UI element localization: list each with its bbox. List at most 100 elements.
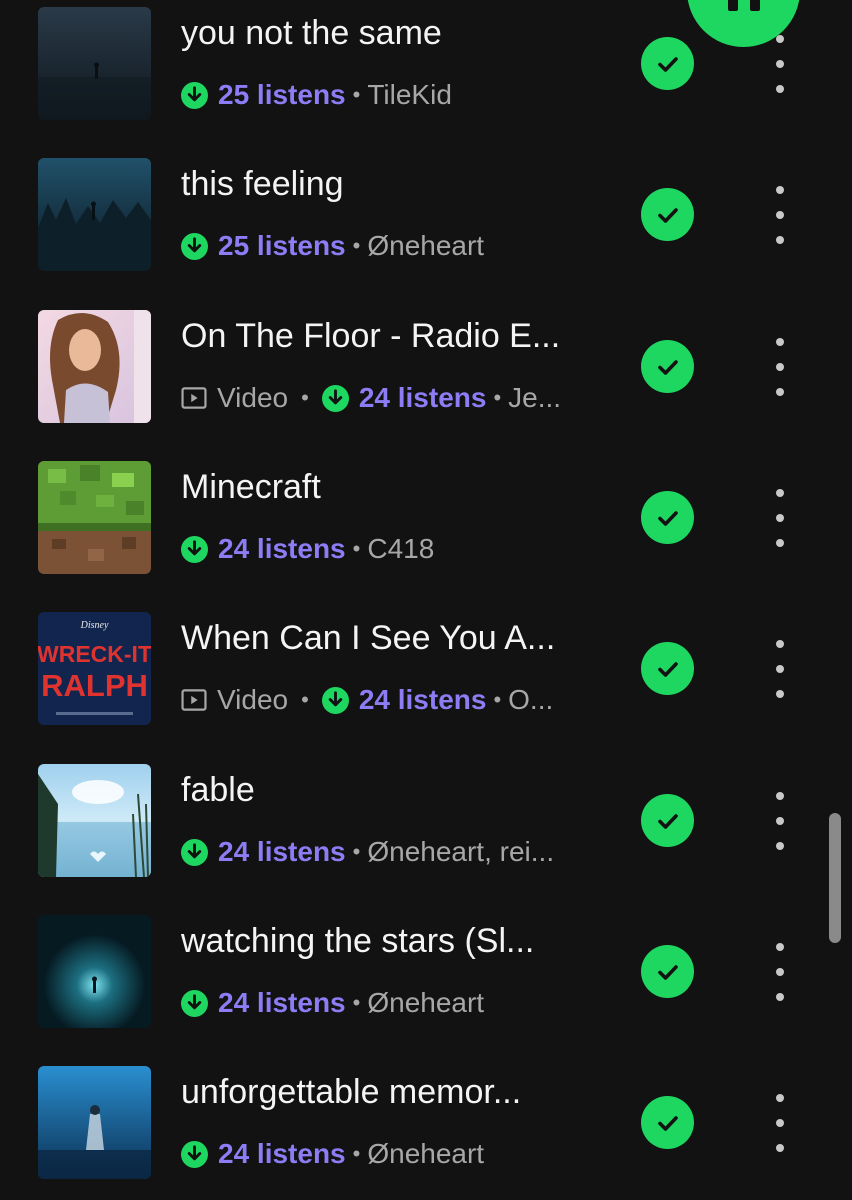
saved-check-button[interactable] (641, 642, 694, 695)
download-arrow-icon (181, 81, 208, 109)
check-icon (657, 1115, 678, 1131)
track-meta: 24 listens • Øneheart, rei... (181, 834, 601, 870)
track-title: you not the same (181, 14, 442, 52)
check-icon (657, 964, 678, 980)
more-vertical-icon (776, 338, 784, 346)
saved-check-button[interactable] (641, 491, 694, 544)
pause-icon (727, 0, 760, 11)
listen-count: 24 listens (218, 1138, 346, 1169)
track-row[interactable]: watching the stars (Sl... 24 listens • Ø… (0, 915, 852, 1035)
check-icon (657, 661, 678, 677)
listen-count: 25 listens (218, 79, 346, 110)
album-cover (38, 764, 151, 877)
listen-count: 24 listens (218, 836, 346, 867)
separator-dot: • (301, 687, 309, 712)
more-vertical-icon (776, 489, 784, 497)
track-title: On The Floor - Radio E... (181, 317, 561, 355)
listen-count: 24 listens (218, 987, 346, 1018)
more-options-button[interactable] (766, 489, 794, 547)
track-meta: Video • 24 listens • O... (181, 682, 601, 718)
more-vertical-icon (776, 1094, 784, 1102)
album-cover (38, 1066, 151, 1179)
album-cover-image (38, 310, 151, 423)
listen-count: 24 listens (358, 684, 487, 715)
download-arrow-icon (321, 384, 349, 412)
listen-count: 24 listens (218, 533, 346, 564)
saved-check-button[interactable] (641, 188, 694, 241)
artist-name: Øneheart, rei... (367, 836, 555, 867)
album-cover: Disney WRECK-IT RALPH (38, 612, 151, 725)
separator-dot: • (352, 1141, 361, 1166)
track-row[interactable]: Disney WRECK-IT RALPH When Can I See You… (0, 612, 852, 732)
separator-dot: • (352, 990, 361, 1015)
track-row[interactable]: Minecraft 24 listens • C418 (0, 461, 852, 581)
download-arrow-icon (181, 232, 208, 260)
artist-name: C418 (367, 533, 435, 564)
download-arrow-icon (181, 838, 208, 866)
cover-title-line2: RALPH (41, 668, 148, 703)
separator-dot: • (352, 839, 361, 864)
more-options-button[interactable] (766, 1094, 794, 1152)
album-cover-image (38, 461, 151, 574)
more-options-button[interactable] (766, 338, 794, 396)
track-row[interactable]: On The Floor - Radio E... Video • 24 lis… (0, 310, 852, 430)
scrollbar-thumb[interactable] (829, 813, 841, 943)
separator-dot: • (352, 536, 361, 561)
saved-check-button[interactable] (641, 794, 694, 847)
separator-dot: • (352, 82, 361, 107)
album-cover (38, 158, 151, 271)
download-arrow-icon (181, 1140, 208, 1168)
video-label: Video (217, 382, 289, 413)
cover-title-line1: WRECK-IT (38, 641, 151, 667)
cover-brand-text: Disney (80, 620, 109, 631)
track-title: this feeling (181, 165, 344, 203)
more-vertical-icon (776, 35, 784, 43)
more-options-button[interactable] (766, 640, 794, 698)
album-cover-image (38, 915, 151, 1028)
saved-check-button[interactable] (641, 945, 694, 998)
album-cover-image: Disney WRECK-IT RALPH (38, 612, 151, 725)
check-icon (657, 510, 678, 526)
track-meta: 24 listens • Øneheart (181, 1136, 601, 1172)
download-arrow-icon (181, 535, 208, 563)
saved-check-button[interactable] (641, 1096, 694, 1149)
more-options-button[interactable] (766, 35, 794, 93)
more-options-button[interactable] (766, 943, 794, 1001)
separator-dot: • (493, 687, 502, 712)
check-icon (657, 813, 678, 829)
check-icon (657, 207, 678, 223)
artist-name: Øneheart (367, 1138, 485, 1169)
track-title: fable (181, 771, 255, 809)
more-vertical-icon (776, 186, 784, 194)
album-cover-image (38, 158, 151, 271)
more-options-button[interactable] (766, 186, 794, 244)
track-title: Minecraft (181, 468, 321, 506)
track-row[interactable]: fable 24 listens • Øneheart, rei... (0, 764, 852, 884)
track-row[interactable]: this feeling 25 listens • Øneheart (0, 158, 852, 278)
album-cover-image (38, 1066, 151, 1179)
track-meta: 24 listens • Øneheart (181, 985, 601, 1021)
check-icon (657, 56, 678, 72)
track-list: you not the same 25 listens • TileKid th… (0, 0, 852, 1200)
video-play-icon (181, 689, 207, 711)
album-cover (38, 461, 151, 574)
track-meta: 25 listens • TileKid (181, 77, 601, 113)
artist-name: Je... (508, 382, 562, 413)
saved-check-button[interactable] (641, 37, 694, 90)
check-icon (657, 359, 678, 375)
track-row[interactable]: unforgettable memor... 24 listens • Øneh… (0, 1066, 852, 1186)
track-meta: Video • 24 listens • Je... (181, 380, 601, 416)
video-play-icon (181, 387, 207, 409)
more-options-button[interactable] (766, 792, 794, 850)
download-arrow-icon (321, 686, 349, 714)
separator-dot: • (352, 233, 361, 258)
album-cover-image (38, 7, 151, 120)
track-title: watching the stars (Sl... (181, 922, 535, 960)
saved-check-button[interactable] (641, 340, 694, 393)
listen-count: 25 listens (218, 230, 346, 261)
artist-name: Øneheart (367, 987, 485, 1018)
track-meta: 25 listens • Øneheart (181, 228, 601, 264)
more-vertical-icon (776, 943, 784, 951)
album-cover (38, 7, 151, 120)
download-arrow-icon (181, 989, 208, 1017)
